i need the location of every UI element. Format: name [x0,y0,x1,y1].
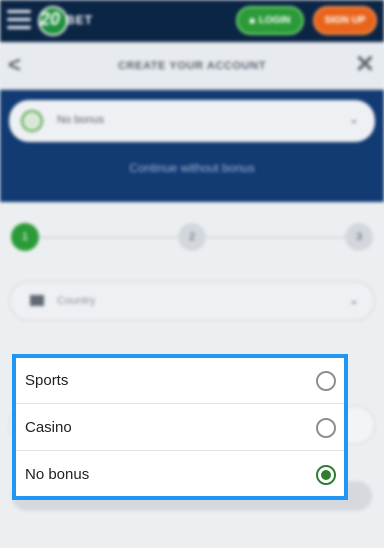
bonus-selected-value: No bonus [57,114,105,126]
country-placeholder: Country [57,295,96,307]
gift-icon [21,110,43,132]
country-select[interactable]: Country ⌄ [9,281,375,321]
radio-unchecked[interactable] [316,418,336,438]
chevron-down-icon: ⌄ [348,293,359,307]
radio-unchecked[interactable] [316,371,336,391]
step-2: 2 [178,223,206,251]
menu-icon[interactable] [7,10,31,30]
top-app-bar: 20 BET 🔒︎ LOGIN SIGN UP [0,0,384,42]
logo-text: BET [66,13,93,27]
option-sports[interactable]: Sports [16,358,344,404]
radio-checked[interactable] [316,465,336,485]
bonus-select[interactable]: No bonus ⌄ [9,100,375,142]
page-title: CREATE YOUR ACCOUNT [117,60,267,72]
option-label: No bonus [25,466,90,483]
step-1: 1 [11,223,39,251]
step-3: 3 [345,223,373,251]
flag-icon [30,295,44,306]
login-button[interactable]: 🔒︎ LOGIN [236,6,304,35]
option-casino[interactable]: Casino [16,405,344,451]
option-no-bonus[interactable]: No bonus [16,452,344,498]
page-header: < CREATE YOUR ACCOUNT ✕ [0,42,384,90]
option-label: Sports [25,372,69,389]
signup-button[interactable]: SIGN UP [313,6,377,35]
lock-icon: 🔒︎ [249,15,255,26]
login-label: LOGIN [258,15,291,26]
bonus-band: No bonus ⌄ Continue without bonus [0,90,384,202]
logo-number: 20 [40,9,61,29]
bonus-dropdown: Sports Casino No bonus [12,354,348,500]
close-icon[interactable]: ✕ [355,50,375,79]
option-label: Casino [25,419,72,436]
chevron-down-icon: ⌄ [348,112,359,126]
continue-without-bonus-link[interactable]: Continue without bonus [0,161,384,175]
